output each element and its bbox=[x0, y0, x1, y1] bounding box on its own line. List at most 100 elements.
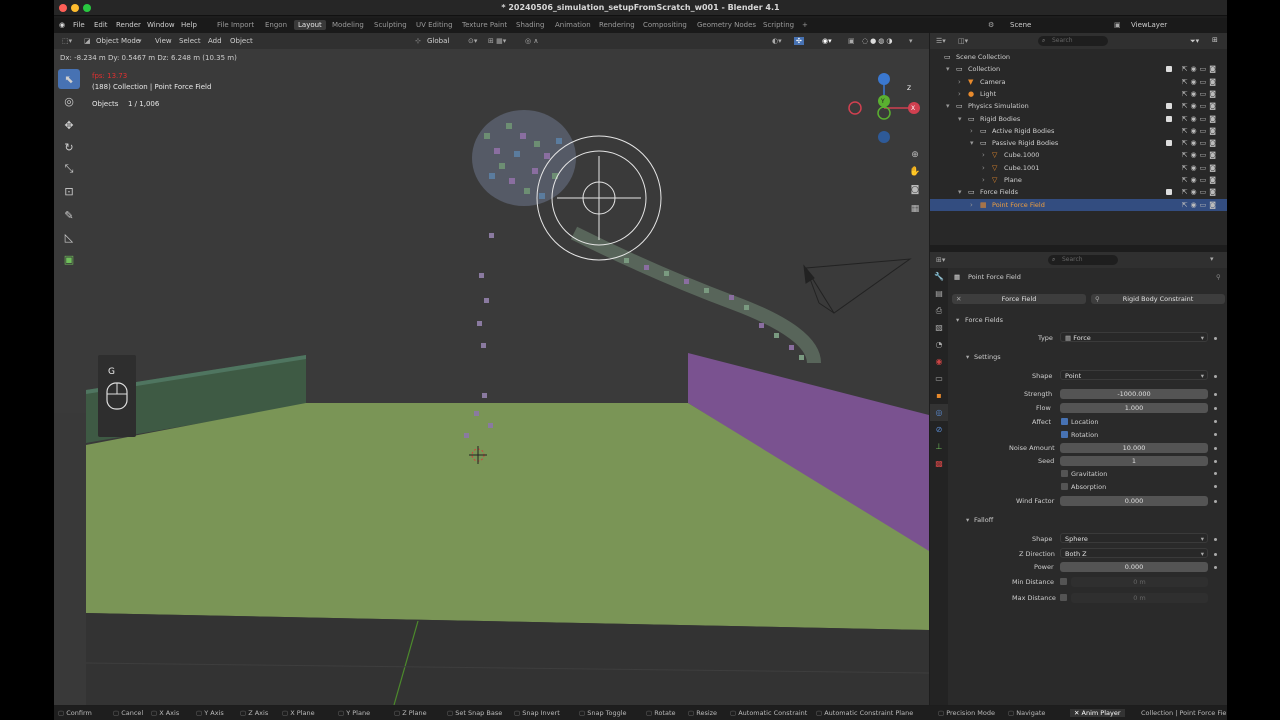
add-workspace-button[interactable]: + bbox=[802, 21, 808, 29]
rotate-tool[interactable]: ↻ bbox=[58, 137, 80, 157]
keyframe-dot[interactable] bbox=[1214, 375, 1217, 378]
disclosure-chevron-icon[interactable]: ▾ bbox=[946, 63, 950, 75]
force-field-tab-button[interactable]: ✕ Force Field bbox=[952, 294, 1086, 304]
outliner-search-field[interactable]: ⌕ Search bbox=[1038, 36, 1108, 46]
physics-tab-icon[interactable]: ◎ bbox=[930, 404, 948, 421]
anim-player-indicator[interactable]: ✕ Anim Player bbox=[1070, 709, 1125, 717]
properties-editor-icon[interactable]: ⊞▾ bbox=[936, 256, 945, 264]
tab-sculpting[interactable]: Sculpting bbox=[374, 21, 407, 29]
editor-type-icon[interactable]: ⬚▾ bbox=[62, 37, 72, 45]
pivot-icon[interactable]: ⊙▾ bbox=[468, 37, 477, 45]
tool-tab-icon[interactable]: 🔧 bbox=[930, 268, 948, 285]
menu-help[interactable]: Help bbox=[181, 21, 197, 29]
flow-field[interactable]: 1.000 bbox=[1060, 403, 1208, 413]
proportional-edit-icon[interactable]: ◎ ∧ bbox=[525, 37, 538, 45]
visibility-toggle-icons[interactable]: ⇱◉▭◙ bbox=[1182, 88, 1219, 100]
location-checkbox[interactable] bbox=[1061, 418, 1068, 425]
visibility-toggle-icons[interactable]: ⇱◉▭◙ bbox=[1182, 113, 1219, 125]
keyframe-dot[interactable] bbox=[1214, 485, 1217, 488]
keyframe-dot[interactable] bbox=[1214, 337, 1217, 340]
shading-options-icon[interactable]: ▾ bbox=[909, 37, 913, 45]
tab-file-import[interactable]: File Import bbox=[217, 21, 254, 29]
outliner-row[interactable]: › ▽ Plane ⇱◉▭◙ bbox=[930, 174, 1227, 186]
tab-compositing[interactable]: Compositing bbox=[643, 21, 687, 29]
shading-mode-icons[interactable]: ◌●◍◑ bbox=[862, 37, 894, 45]
visibility-toggle-icons[interactable]: ⇱◉▭◙ bbox=[1182, 100, 1219, 112]
chevron-down-icon[interactable]: ▾ bbox=[966, 353, 969, 361]
force-fields-panel-header[interactable]: Force Fields bbox=[965, 316, 1003, 324]
seed-field[interactable]: 1 bbox=[1060, 456, 1208, 466]
xray-icon[interactable]: ▣ bbox=[848, 37, 855, 45]
view-layer-tab-icon[interactable]: ▧ bbox=[930, 319, 948, 336]
view-menu[interactable]: View bbox=[155, 37, 172, 45]
transform-tool[interactable]: ⊡ bbox=[58, 181, 80, 201]
move-tool[interactable]: ✥ bbox=[58, 115, 80, 135]
cursor-tool[interactable]: ◎ bbox=[58, 91, 80, 111]
outliner-row[interactable]: ▾ ▭ Collection ⇱◉▭◙ bbox=[930, 63, 1227, 75]
menu-window[interactable]: Window bbox=[147, 21, 175, 29]
outliner-row[interactable]: › ▽ Cube.1000 ⇱◉▭◙ bbox=[930, 149, 1227, 161]
options-icon[interactable]: ▾ bbox=[1210, 255, 1214, 263]
gizmo-toggle-icon[interactable]: ✣ bbox=[794, 37, 804, 45]
pin-icon[interactable]: ⚲ bbox=[1216, 273, 1221, 281]
outliner-row[interactable]: ▾ ▭ Rigid Bodies ⇱◉▭◙ bbox=[930, 113, 1227, 125]
absorption-checkbox[interactable] bbox=[1061, 483, 1068, 490]
3d-viewport[interactable]: ⬚▾ ◪ Object Mode ▾ View Select Add Objec… bbox=[54, 33, 929, 705]
tab-layout[interactable]: Layout bbox=[294, 20, 326, 30]
pan-hand-icon[interactable]: ✋ bbox=[907, 167, 923, 183]
chevron-down-icon[interactable]: ▾ bbox=[956, 316, 959, 324]
zoom-icon[interactable]: ⊕ bbox=[907, 150, 923, 166]
camera-view-icon[interactable]: ◙ bbox=[907, 185, 923, 201]
exclude-checkbox[interactable] bbox=[1166, 66, 1172, 73]
wind-factor-field[interactable]: 0.000 bbox=[1060, 496, 1208, 506]
object-tab-icon[interactable]: ▪ bbox=[930, 387, 948, 404]
falloff-shape-dropdown[interactable]: Sphere ▾ bbox=[1060, 533, 1208, 543]
perspective-grid-icon[interactable]: ▦ bbox=[907, 204, 923, 220]
exclude-checkbox[interactable] bbox=[1166, 140, 1172, 147]
select-box-tool[interactable]: ⬉ bbox=[58, 69, 80, 89]
tab-texture-paint[interactable]: Texture Paint bbox=[462, 21, 507, 29]
overlay-toggle-icon[interactable]: ◉▾ bbox=[822, 37, 832, 45]
falloff-subpanel-header[interactable]: Falloff bbox=[974, 516, 993, 524]
rotation-checkbox[interactable] bbox=[1061, 431, 1068, 438]
keyframe-dot[interactable] bbox=[1214, 407, 1217, 410]
outliner-row[interactable]: ▾ ▭ Force Fields ⇱◉▭◙ bbox=[930, 186, 1227, 198]
measure-tool[interactable]: ◺ bbox=[58, 227, 80, 247]
world-tab-icon[interactable]: ◉ bbox=[930, 353, 948, 370]
tab-scripting[interactable]: Scripting bbox=[763, 21, 794, 29]
select-menu[interactable]: Select bbox=[179, 37, 201, 45]
viewlayer-icon[interactable]: ▣ bbox=[1114, 21, 1121, 29]
visibility-icon[interactable]: ◐▾ bbox=[772, 37, 782, 45]
max-distance-checkbox[interactable] bbox=[1060, 594, 1067, 601]
menu-render[interactable]: Render bbox=[116, 21, 141, 29]
visibility-toggle-icons[interactable]: ⇱◉▭◙ bbox=[1182, 149, 1219, 161]
keyframe-dot[interactable] bbox=[1214, 433, 1217, 436]
keyframe-dot[interactable] bbox=[1214, 553, 1217, 556]
add-menu[interactable]: Add bbox=[208, 37, 222, 45]
filter-icon[interactable]: ⏷▾ bbox=[1190, 37, 1199, 46]
gravitation-checkbox[interactable] bbox=[1061, 470, 1068, 477]
tab-animation[interactable]: Animation bbox=[555, 21, 591, 29]
keyframe-dot[interactable] bbox=[1214, 393, 1217, 396]
tab-modeling[interactable]: Modeling bbox=[332, 21, 364, 29]
tab-uv-editing[interactable]: UV Editing bbox=[416, 21, 453, 29]
min-distance-checkbox[interactable] bbox=[1060, 578, 1067, 585]
disclosure-chevron-icon[interactable]: › bbox=[970, 199, 973, 211]
outliner-row[interactable]: › ▭ Active Rigid Bodies ⇱◉▭◙ bbox=[930, 125, 1227, 137]
menu-file[interactable]: File bbox=[73, 21, 85, 29]
keyframe-dot[interactable] bbox=[1214, 500, 1217, 503]
collection-tab-icon[interactable]: ▭ bbox=[930, 370, 948, 387]
scale-tool[interactable]: ⤡ bbox=[58, 159, 80, 179]
outliner-editor-icon[interactable]: ☰▾ bbox=[936, 37, 946, 45]
new-collection-icon[interactable]: ⊞ bbox=[1212, 36, 1218, 44]
chevron-down-icon[interactable]: ▾ bbox=[966, 516, 969, 524]
tab-rendering[interactable]: Rendering bbox=[599, 21, 635, 29]
visibility-toggle-icons[interactable]: ⇱◉▭◙ bbox=[1182, 63, 1219, 75]
rigid-body-constraint-tab-button[interactable]: ⚲ Rigid Body Constraint bbox=[1091, 294, 1225, 304]
tab-engon[interactable]: Engon bbox=[265, 21, 287, 29]
orientation-dropdown[interactable]: Global bbox=[427, 37, 449, 45]
remove-icon[interactable]: ✕ bbox=[956, 294, 961, 304]
exclude-checkbox[interactable] bbox=[1166, 115, 1172, 122]
noise-amount-field[interactable]: 10.000 bbox=[1060, 443, 1208, 453]
outliner-row[interactable]: › ● Light ⇱◉▭◙ bbox=[930, 88, 1227, 100]
